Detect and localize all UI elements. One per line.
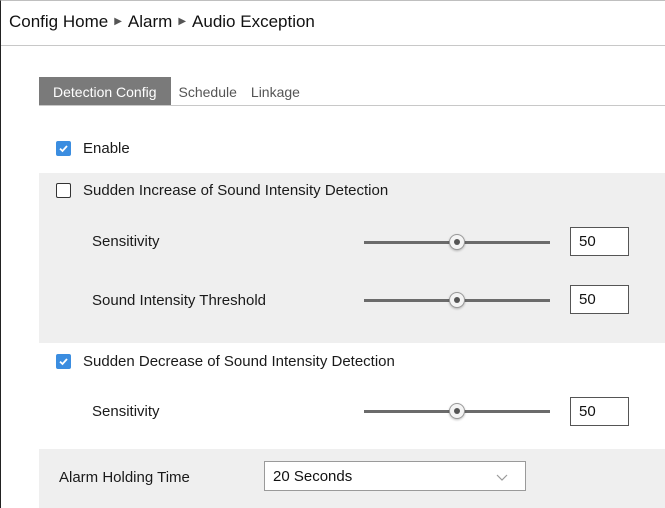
slider-handle[interactable] xyxy=(449,234,465,250)
decrease-sensitivity-label: Sensitivity xyxy=(92,402,160,420)
decrease-row: Sudden Decrease of Sound Intensity Detec… xyxy=(56,351,395,371)
increase-sensitivity-label: Sensitivity xyxy=(92,232,160,250)
triangle-right-icon: ▶ xyxy=(178,15,187,27)
tab-bar: Detection Config Schedule Linkage xyxy=(39,77,306,106)
increase-sensitivity-slider[interactable] xyxy=(364,234,550,250)
breadcrumb-audio-exception: Audio Exception xyxy=(192,12,315,31)
increase-sensitivity-input[interactable]: 50 xyxy=(570,227,629,256)
decrease-sensitivity-input[interactable]: 50 xyxy=(570,397,629,426)
tab-detection-config[interactable]: Detection Config xyxy=(39,77,171,106)
triangle-right-icon: ▶ xyxy=(114,15,122,27)
threshold-label: Sound Intensity Threshold xyxy=(92,291,267,309)
increase-label: Sudden Increase of Sound Intensity Detec… xyxy=(83,181,389,199)
enable-row: Enable xyxy=(56,138,130,158)
enable-checkbox[interactable] xyxy=(56,140,71,156)
tab-linkage[interactable]: Linkage xyxy=(243,77,306,106)
threshold-slider[interactable] xyxy=(364,292,550,308)
threshold-input[interactable]: 50 xyxy=(570,285,629,314)
holding-time-select[interactable]: 20 Seconds xyxy=(264,461,526,491)
tab-schedule[interactable]: Schedule xyxy=(171,77,243,106)
tab-divider xyxy=(39,105,665,106)
header-divider xyxy=(1,45,665,46)
increase-checkbox[interactable] xyxy=(56,182,71,198)
breadcrumb-home[interactable]: Config Home xyxy=(9,12,108,32)
holding-time-value: 20 Seconds xyxy=(273,467,353,485)
enable-label: Enable xyxy=(83,139,130,157)
decrease-sensitivity-slider[interactable] xyxy=(364,403,550,419)
slider-handle[interactable] xyxy=(449,403,465,419)
decrease-checkbox[interactable] xyxy=(56,353,71,369)
breadcrumb-alarm[interactable]: Alarm xyxy=(128,12,172,32)
config-frame: Config Home ▶ Alarm ▶ Audio Exception De… xyxy=(0,0,665,508)
check-icon xyxy=(59,144,68,152)
holding-label: Alarm Holding Time xyxy=(59,468,190,486)
breadcrumb: Config Home ▶ Alarm ▶ Audio Exception xyxy=(9,10,315,34)
decrease-label: Sudden Decrease of Sound Intensity Detec… xyxy=(83,352,395,370)
slider-handle[interactable] xyxy=(449,292,465,308)
increase-row: Sudden Increase of Sound Intensity Detec… xyxy=(56,180,388,200)
chevron-down-icon xyxy=(496,474,508,481)
check-icon xyxy=(59,357,68,365)
